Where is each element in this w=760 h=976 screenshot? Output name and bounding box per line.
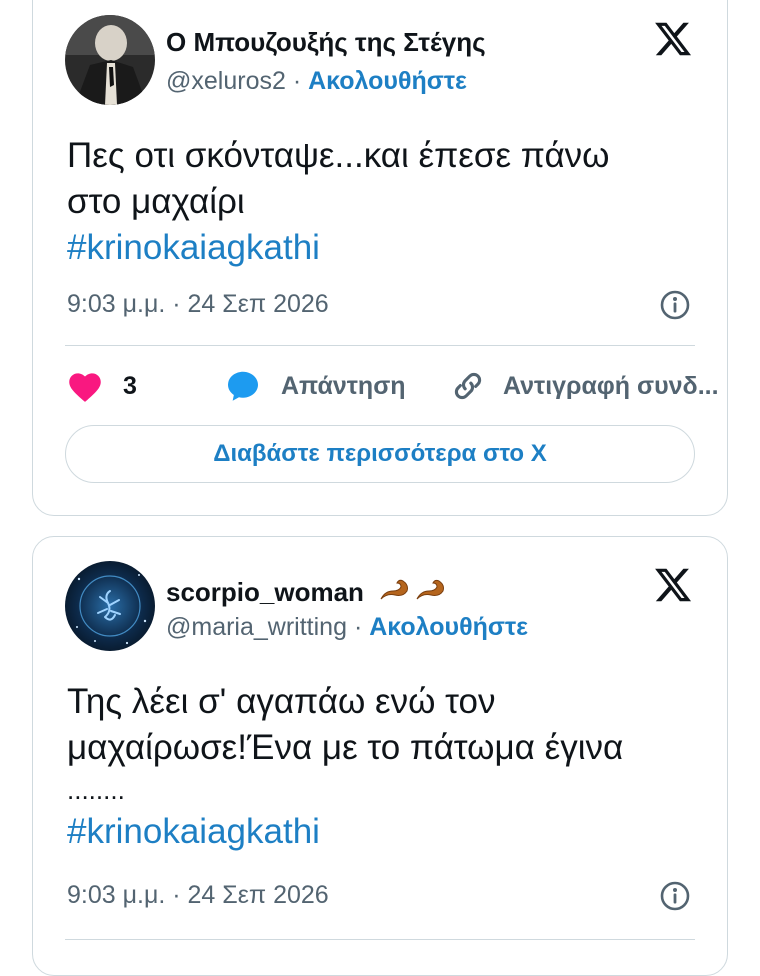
hashtag-link[interactable]: #krinokaiagkathi [67, 225, 707, 271]
link-icon [454, 372, 482, 400]
x-logo-icon[interactable] [653, 565, 693, 605]
action-bar: 3 Απάντηση Αντιγραφή συνδ... [67, 366, 719, 406]
hashtag-link[interactable]: #krinokaiagkathi [67, 809, 707, 855]
reply-bubble-icon [228, 371, 258, 401]
tweet-card: Ο Μπουζουξής της Στέγης @xeluros2 · Ακολ… [32, 0, 728, 516]
info-icon[interactable] [659, 289, 691, 321]
like-count: 3 [123, 371, 137, 400]
display-name[interactable]: Ο Μπουζουξής της Στέγης [166, 27, 486, 58]
tweet-text-line: στο μαχαίρι [67, 182, 245, 221]
handle-line: @xeluros2 · Ακολουθήστε [166, 67, 467, 96]
divider [65, 939, 695, 940]
tweet-text-line: μαχαίρωσε!Ένα με το πάτωμα έγινα [67, 728, 624, 767]
timestamp[interactable]: 9:03 μ.μ. · 24 Σεπ 2026 [67, 881, 329, 910]
handle-line: @maria_writting · Ακολουθήστε [166, 613, 528, 642]
scorpion-emoji-icon [380, 579, 445, 600]
handle[interactable]: @maria_writting [166, 613, 347, 641]
timestamp[interactable]: 9:03 μ.μ. · 24 Σεπ 2026 [67, 290, 329, 319]
follow-button[interactable]: Ακολουθήστε [369, 613, 528, 641]
display-name-row[interactable]: scorpio_woman [166, 573, 451, 608]
tweet-text-line: ........ [67, 775, 125, 805]
avatar[interactable] [65, 561, 155, 651]
tweet-text-line: Πες οτι σκόνταψε...και έπεσε πάνω [67, 136, 610, 175]
follow-button[interactable]: Ακολουθήστε [308, 67, 467, 95]
avatar[interactable] [65, 15, 155, 105]
reply-button[interactable]: Απάντηση [225, 366, 406, 406]
reply-label: Απάντηση [281, 371, 406, 400]
heart-icon [69, 373, 101, 402]
tweet-text: Της λέει σ' αγαπάω ενώ τον μαχαίρωσε!Ένα… [67, 679, 707, 855]
tweet-text: Πες οτι σκόνταψε...και έπεσε πάνω στο μα… [67, 133, 707, 271]
like-button[interactable]: 3 [67, 366, 137, 406]
display-name: scorpio_woman [166, 577, 364, 607]
info-icon[interactable] [659, 880, 691, 912]
separator-dot: · [292, 67, 302, 95]
tweet-text-line: Της λέει σ' αγαπάω ενώ τον [67, 682, 496, 721]
x-logo-icon[interactable] [653, 19, 693, 59]
separator-dot: · [353, 613, 363, 641]
divider [65, 345, 695, 346]
copy-link-button[interactable]: Αντιγραφή συνδ... [451, 366, 719, 406]
copy-link-label: Αντιγραφή συνδ... [503, 371, 719, 400]
tweet-card: scorpio_woman @maria_writting · Ακολουθή… [32, 536, 728, 976]
read-more-button[interactable]: Διαβάστε περισσότερα στο X [65, 425, 695, 483]
handle[interactable]: @xeluros2 [166, 67, 286, 95]
